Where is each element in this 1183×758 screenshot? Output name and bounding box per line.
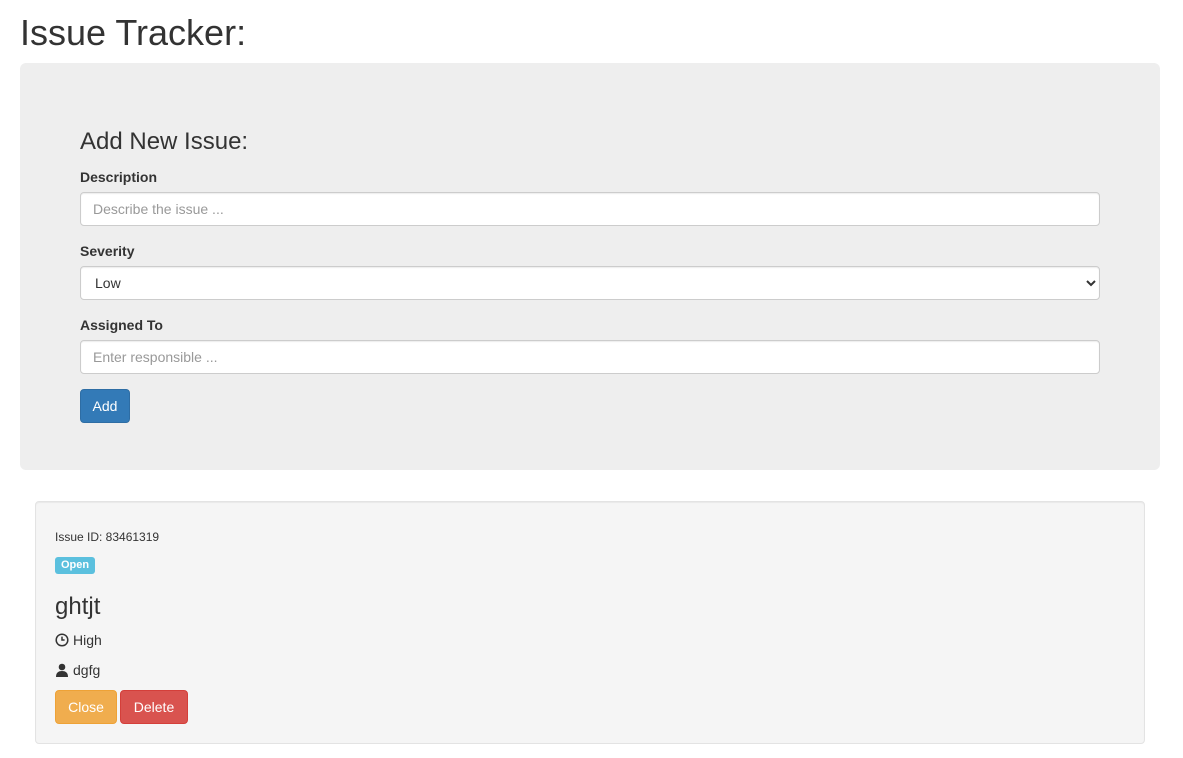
add-button[interactable]: Add: [80, 389, 130, 423]
issue-tracker-page: Issue Tracker: Add New Issue: Descriptio…: [0, 0, 1183, 758]
issue-severity-row: High: [55, 631, 102, 649]
description-label: Description: [80, 169, 158, 185]
close-issue-button[interactable]: Close: [55, 690, 117, 724]
page-title: Issue Tracker:: [20, 12, 247, 53]
clock-icon: [55, 633, 69, 647]
delete-issue-button[interactable]: Delete: [120, 690, 188, 724]
assigned-to-label: Assigned To: [80, 317, 163, 333]
issue-description: ghtjt: [55, 593, 101, 620]
description-input[interactable]: [80, 192, 1100, 226]
user-icon: [56, 663, 68, 677]
issue-card: Issue ID: 83461319 Open ghtjt High dgfg …: [35, 501, 1145, 744]
add-issue-panel: Add New Issue: Description Severity Low …: [20, 63, 1160, 470]
severity-label: Severity: [80, 243, 135, 259]
issue-id: Issue ID: 83461319: [55, 530, 160, 544]
issue-assignee-row: dgfg: [55, 661, 100, 679]
assigned-to-input[interactable]: [80, 340, 1100, 374]
issue-severity: High: [73, 632, 102, 648]
status-badge: Open: [55, 557, 96, 574]
issue-assignee: dgfg: [73, 662, 101, 678]
form-heading: Add New Issue:: [80, 128, 249, 155]
severity-select[interactable]: Low: [80, 266, 1100, 300]
